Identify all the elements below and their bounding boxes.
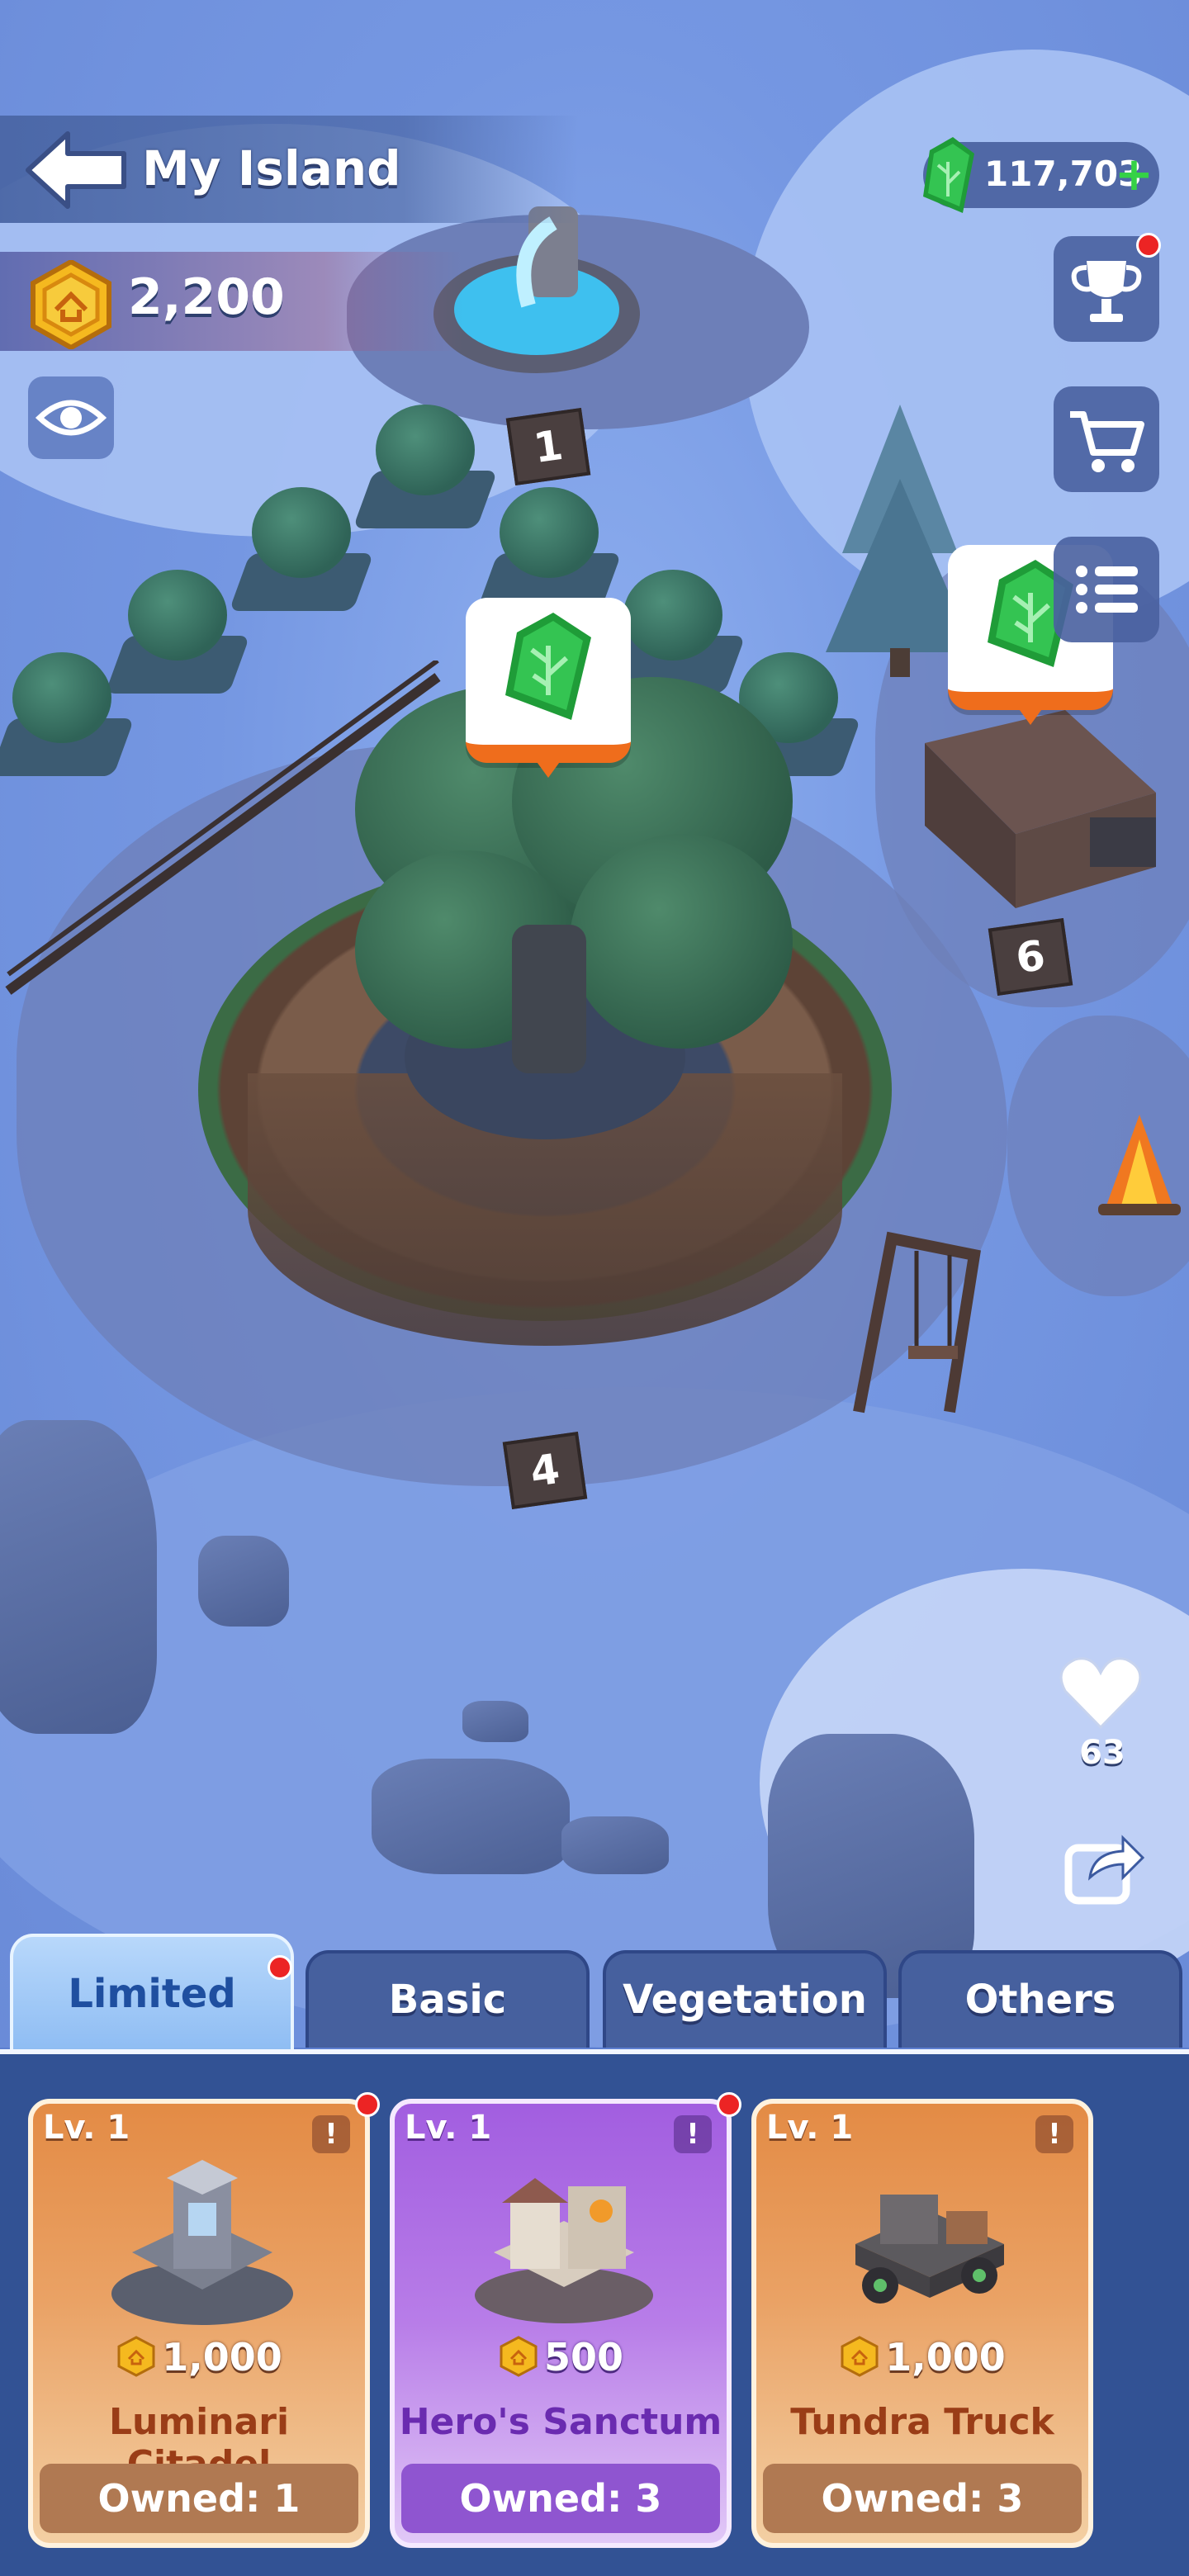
card-name: Tundra Truck — [790, 2401, 1054, 2443]
card-owned-count: Owned: 1 — [40, 2464, 358, 2533]
bush — [476, 487, 622, 611]
hexagon-coin-icon — [117, 2336, 155, 2377]
tab-basic[interactable]: Basic — [306, 1950, 590, 2048]
campfire — [1098, 1115, 1181, 1215]
rock — [462, 1701, 528, 1742]
info-icon[interactable]: ! — [674, 2115, 712, 2153]
add-gems-icon[interactable]: + — [1115, 152, 1153, 198]
green-leaf-gem-icon — [505, 613, 591, 720]
tab-limited[interactable]: Limited — [10, 1934, 294, 2049]
tab-others-label: Others — [964, 1977, 1116, 2023]
tab-basic-label: Basic — [388, 1977, 507, 2023]
card-notification-dot — [355, 2092, 380, 2117]
plot-sign-4[interactable]: 4 — [502, 1431, 588, 1510]
eye-icon — [35, 400, 107, 436]
share-button[interactable] — [1057, 1825, 1148, 1907]
tab-limited-label: Limited — [68, 1971, 236, 2017]
truck-icon — [855, 2195, 1004, 2304]
citadel-icon — [111, 2160, 293, 2325]
shop-panel: Lv. 1 ! 1,000 Luminari Citadel Owned: 1 … — [0, 2049, 1189, 2576]
card-owned-count: Owned: 3 — [401, 2464, 720, 2533]
hexagon-coin-icon — [31, 260, 111, 349]
gem-balance-pill[interactable]: 117,703 + — [923, 137, 1159, 213]
wooden-swing — [853, 1231, 981, 1413]
tab-limited-notification-dot — [268, 1955, 292, 1980]
shop-cart-button[interactable] — [1054, 386, 1159, 492]
back-arrow-icon — [26, 131, 126, 209]
card-level: Lv. 1 — [766, 2109, 854, 2147]
category-tabs: Limited Basic Vegetation Others — [0, 1934, 1189, 2049]
info-icon[interactable]: ! — [1035, 2115, 1073, 2153]
tree-canopy — [570, 834, 793, 1049]
back-button[interactable] — [23, 130, 129, 210]
menu-list-button[interactable] — [1054, 537, 1159, 642]
info-icon[interactable]: ! — [312, 2115, 350, 2153]
like-count: 63 — [1079, 1734, 1125, 1772]
rock — [198, 1536, 289, 1627]
plot-sign-6[interactable]: 6 — [988, 917, 1073, 997]
bush — [353, 405, 498, 528]
coin-balance: 2,200 — [128, 268, 285, 326]
card-price-value: 1,000 — [885, 2335, 1006, 2379]
page-title: My Island — [142, 140, 401, 197]
card-level: Lv. 1 — [43, 2109, 130, 2147]
like-button[interactable] — [1055, 1651, 1146, 1734]
card-level: Lv. 1 — [405, 2109, 492, 2147]
sanctum-icon — [475, 2178, 653, 2323]
rock — [0, 1420, 157, 1734]
view-toggle-button[interactable] — [28, 376, 114, 459]
hexagon-coin-icon — [841, 2336, 879, 2377]
shop-card-heros-sanctum[interactable]: Lv. 1 ! 500 Hero's Sanctum Owned: 3 — [390, 2092, 741, 2548]
trophy-button[interactable] — [1054, 233, 1161, 342]
bush — [229, 487, 374, 611]
hexagon-coin-icon — [500, 2336, 538, 2377]
card-price: 500 — [395, 2335, 727, 2379]
tree-trunk — [512, 925, 586, 1073]
shop-card-tundra-truck[interactable]: Lv. 1 ! 1,000 Tundra Truck Owned: 3 — [751, 2099, 1093, 2548]
trophy-notification-dot — [1136, 233, 1161, 258]
plot-sign-1[interactable]: 1 — [505, 407, 591, 486]
heart-icon — [1059, 1657, 1142, 1730]
rock — [561, 1816, 669, 1874]
card-name: Hero's Sanctum — [399, 2401, 722, 2443]
rock — [372, 1759, 570, 1874]
tab-vegetation-label: Vegetation — [623, 1977, 867, 2023]
tab-others[interactable]: Others — [898, 1950, 1182, 2048]
share-icon — [1064, 1835, 1145, 1905]
shopping-cart-icon — [1070, 411, 1144, 472]
green-leaf-gem-icon — [923, 137, 974, 213]
card-price: 1,000 — [33, 2335, 365, 2379]
card-owned-count: Owned: 3 — [763, 2464, 1082, 2533]
sawmill-building[interactable] — [900, 694, 1172, 925]
tree-gem-marker[interactable] — [466, 598, 631, 778]
list-menu-icon — [1076, 566, 1138, 613]
card-price-value: 1,000 — [162, 2335, 282, 2379]
card-price-value: 500 — [543, 2335, 624, 2379]
card-price: 1,000 — [756, 2335, 1088, 2379]
shop-card-luminari-citadel[interactable]: Lv. 1 ! 1,000 Luminari Citadel Owned: 1 — [28, 2092, 380, 2548]
tab-vegetation[interactable]: Vegetation — [603, 1950, 887, 2048]
card-notification-dot — [717, 2092, 741, 2117]
